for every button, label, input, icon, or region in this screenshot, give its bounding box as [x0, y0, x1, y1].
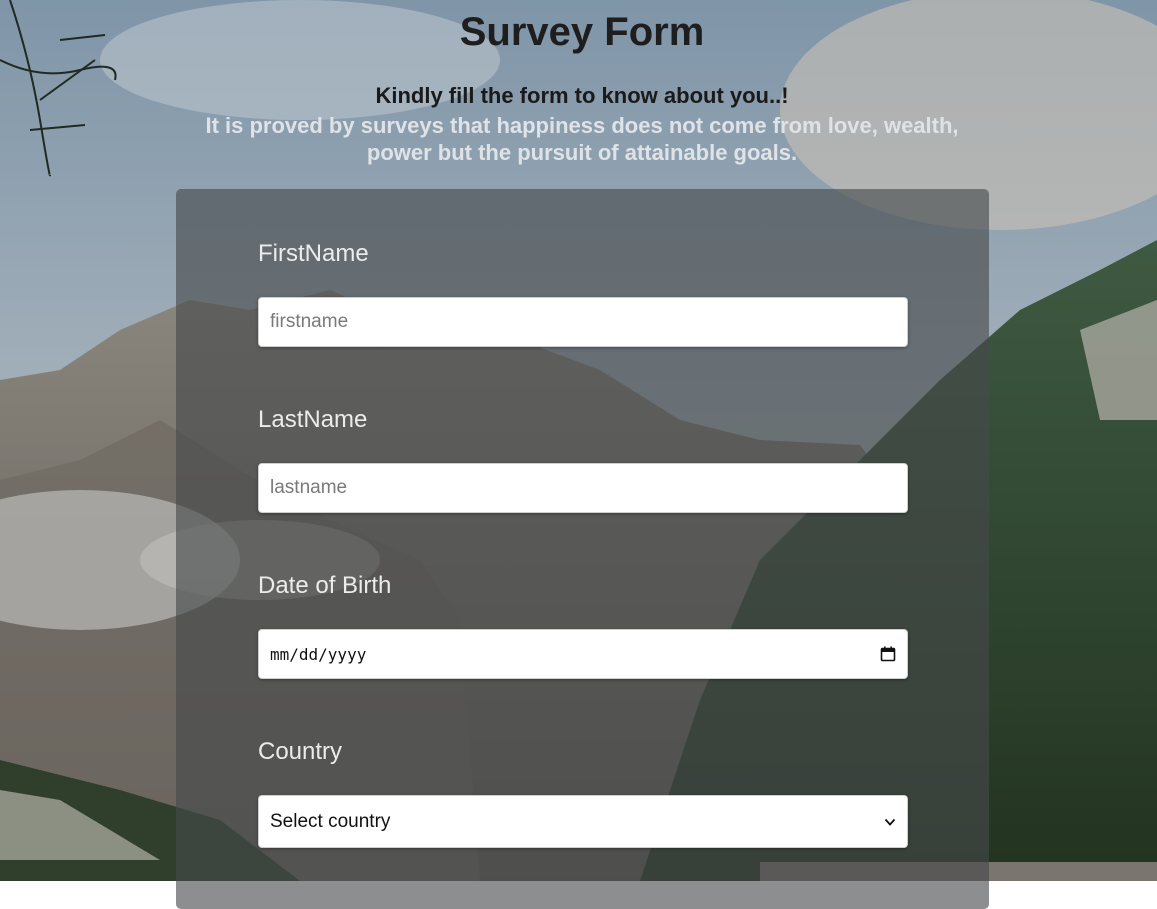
country-select[interactable]: Select country — [258, 795, 908, 848]
country-selected-value: Select country — [270, 810, 391, 832]
country-label: Country — [258, 738, 343, 765]
firstname-label: FirstName — [258, 240, 369, 267]
chevron-down-icon — [884, 818, 896, 826]
dob-date-input[interactable]: mm/dd/yyyy — [258, 629, 908, 679]
page-title: Survey Form — [459, 10, 705, 54]
page-subtitle: Kindly fill the form to know about you..… — [375, 83, 789, 108]
dob-placeholder: mm/dd/yyyy — [270, 644, 367, 664]
survey-page: Survey Form Kindly fill the form to know… — [0, 0, 1157, 909]
firstname-input[interactable] — [258, 297, 908, 347]
lastname-label: LastName — [258, 406, 368, 433]
lastname-input[interactable] — [258, 463, 908, 513]
calendar-icon[interactable] — [880, 646, 896, 662]
intro-quote: It is proved by surveys that happiness d… — [205, 113, 959, 165]
dob-label: Date of Birth — [258, 572, 392, 599]
